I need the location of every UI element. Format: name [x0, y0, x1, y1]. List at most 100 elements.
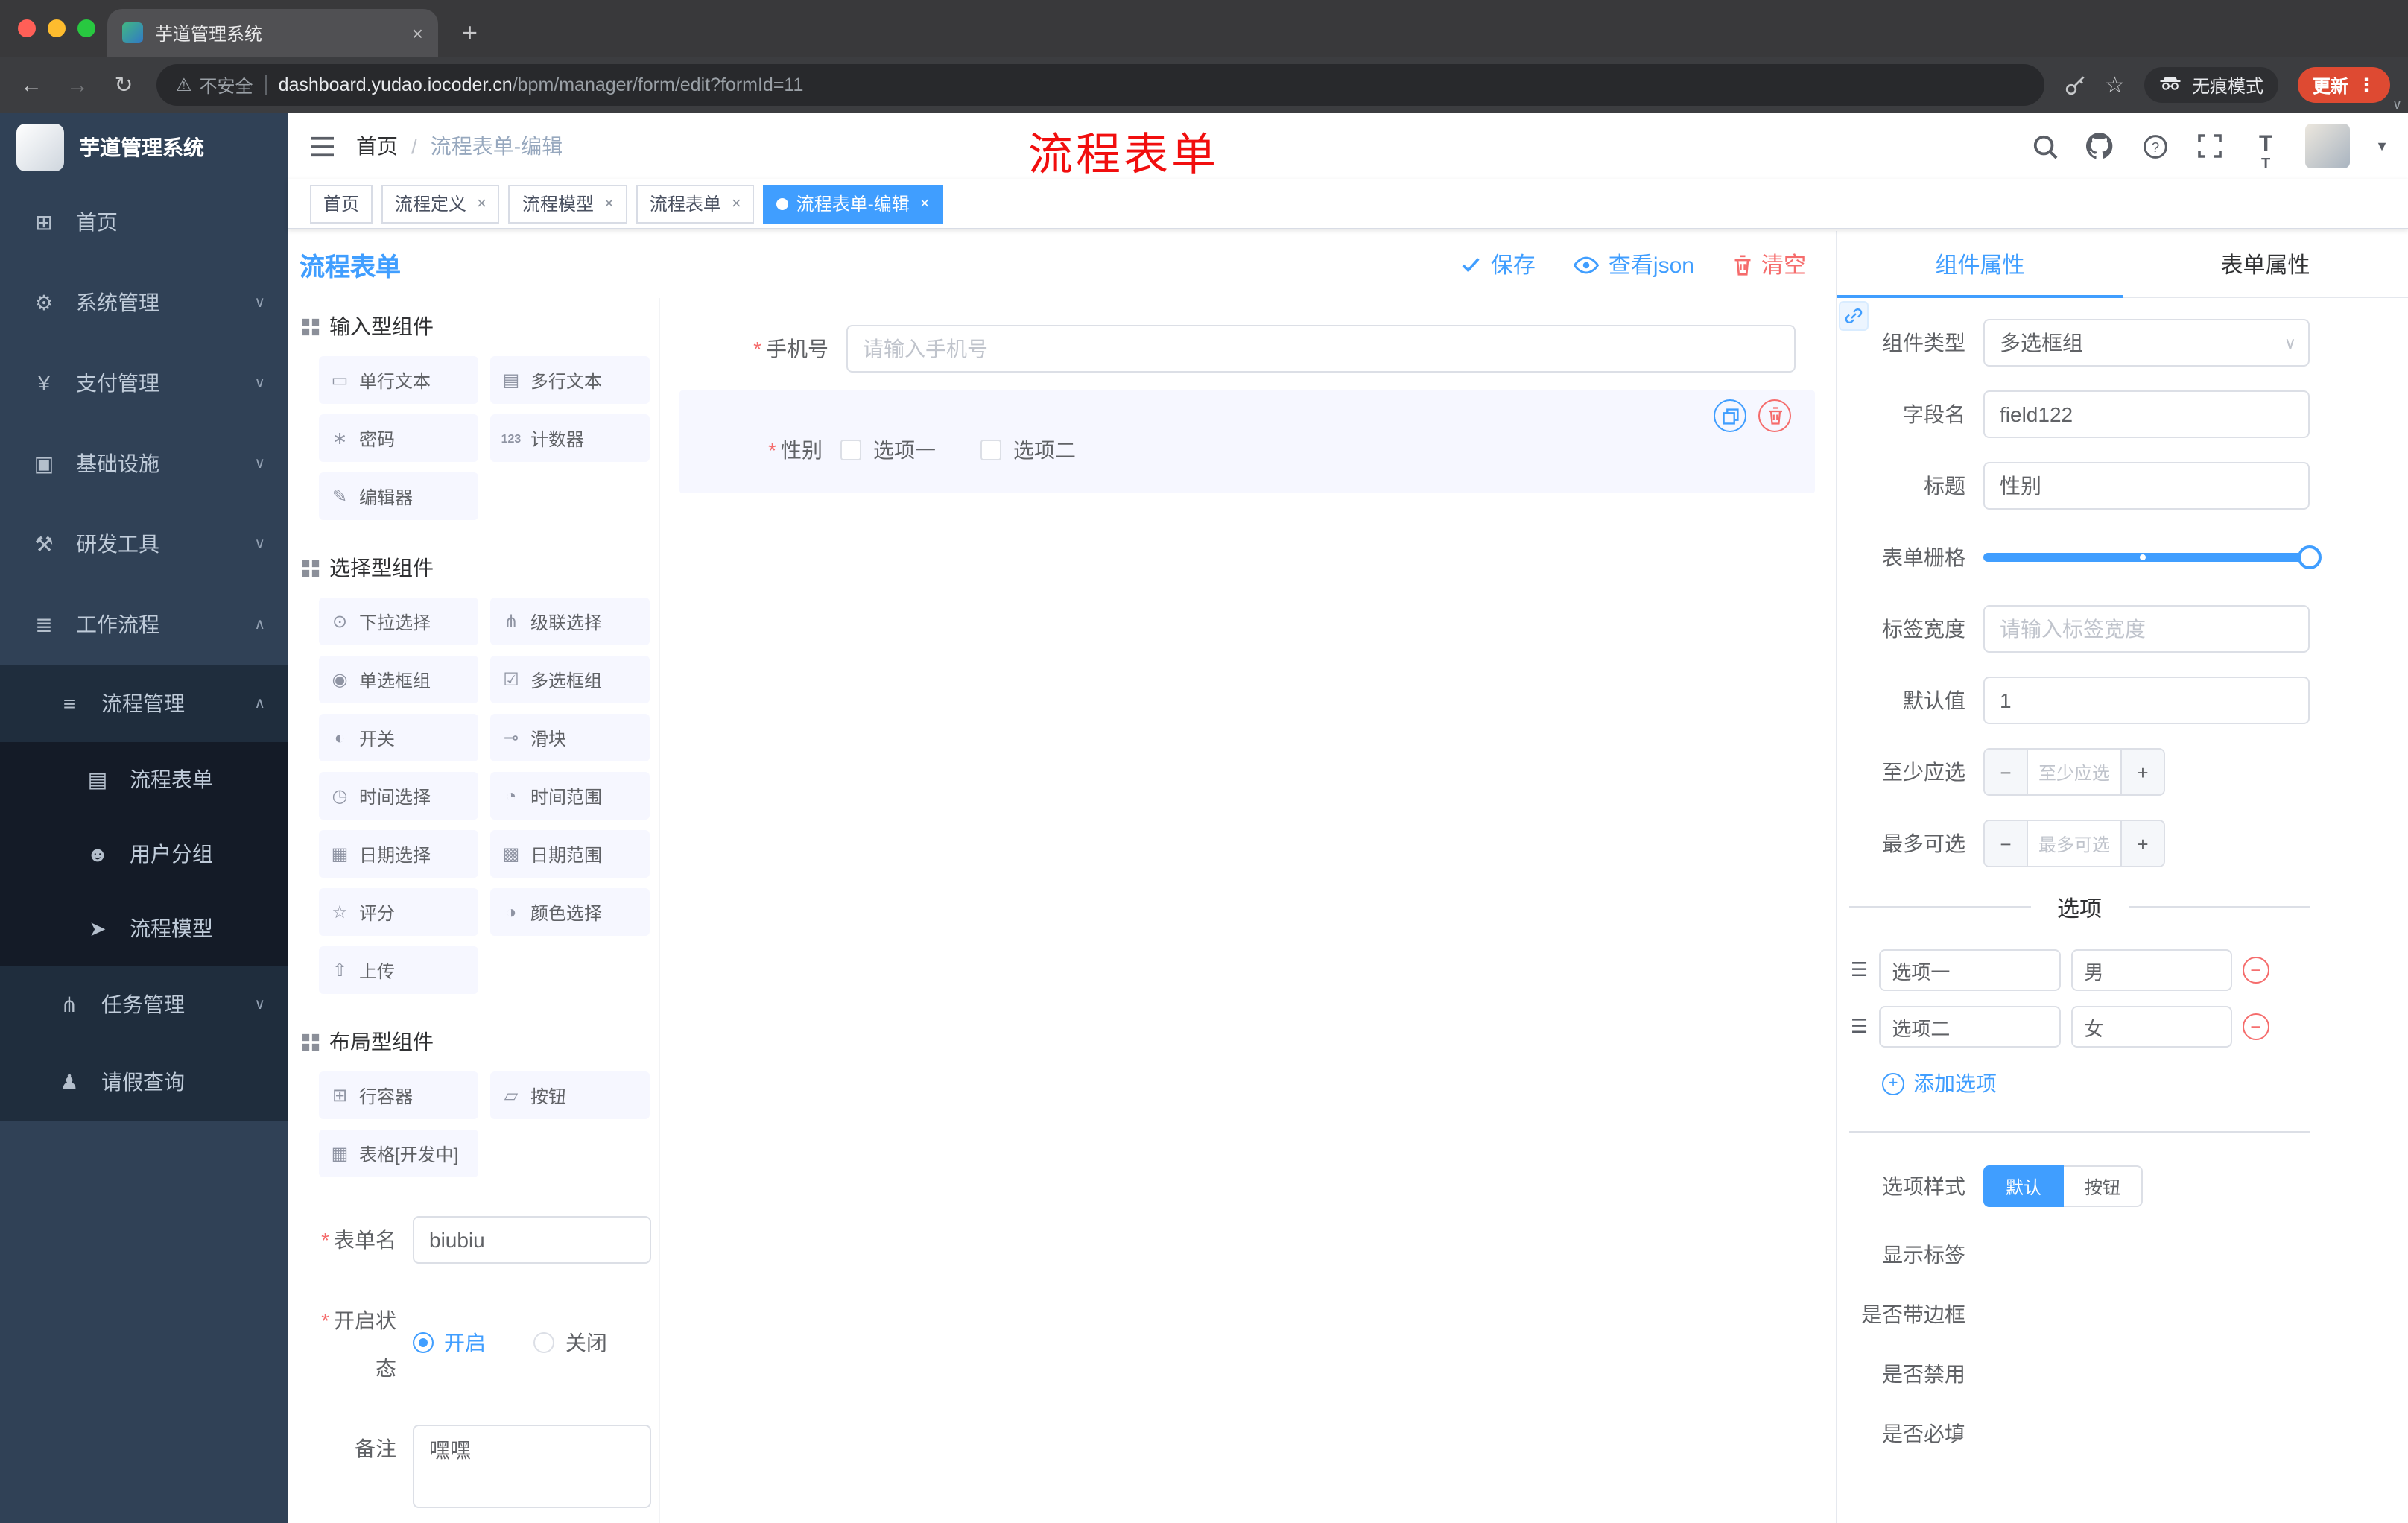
option2-label-input[interactable]	[1878, 1006, 2061, 1048]
link-icon[interactable]	[1839, 301, 1869, 331]
title-input[interactable]	[1983, 462, 2310, 510]
comp-button[interactable]: 按钮	[490, 1071, 650, 1119]
close-icon[interactable]: ×	[920, 194, 930, 212]
phone-field-row[interactable]: 手机号	[679, 325, 1796, 373]
sidebar-item-user-group[interactable]: ☻ 用户分组	[0, 817, 288, 891]
breadcrumb-home[interactable]: 首页	[356, 131, 398, 161]
password-key-icon[interactable]	[2063, 74, 2085, 96]
sidebar-item-payment[interactable]: ¥ 支付管理 ∨	[0, 343, 288, 423]
status-radio-off[interactable]: 关闭	[533, 1328, 607, 1358]
comp-single-line-text[interactable]: 单行文本	[319, 356, 478, 404]
remove-option-icon[interactable]: −	[2242, 1013, 2269, 1040]
plus-icon[interactable]: +	[2120, 821, 2164, 866]
grid-slider[interactable]	[1983, 545, 2322, 569]
option1-label-input[interactable]	[1878, 949, 2061, 991]
tab-component-props[interactable]: 组件属性	[1837, 231, 2123, 298]
caret-down-icon[interactable]: ▼	[2375, 139, 2389, 153]
tag-process-definition[interactable]: 流程定义 ×	[381, 184, 500, 223]
default-value-input[interactable]	[1983, 677, 2310, 724]
tag-home[interactable]: 首页	[310, 184, 373, 223]
comp-radio-group[interactable]: 单选框组	[319, 656, 478, 703]
comp-counter[interactable]: 计数器	[490, 414, 650, 462]
address-bar[interactable]: ⚠ 不安全 dashboard.yudao.iocoder.cn/bpm/mana…	[156, 64, 2044, 106]
form-remark-textarea[interactable]: 嘿嘿	[413, 1425, 651, 1508]
close-icon[interactable]: ×	[732, 194, 741, 212]
close-icon[interactable]: ×	[604, 194, 614, 212]
toolbar-chevron-down-icon[interactable]: ∨	[2392, 97, 2402, 113]
sidebar-item-infrastructure[interactable]: ▣ 基础设施 ∨	[0, 423, 288, 504]
security-warning[interactable]: ⚠ 不安全	[176, 72, 253, 98]
comp-rate[interactable]: 评分	[319, 888, 478, 936]
selected-component-gender[interactable]: 性别 选项一 选项二	[679, 390, 1815, 493]
minus-icon[interactable]: −	[1985, 750, 2028, 794]
browser-tab[interactable]: 芋道管理系统 ×	[107, 9, 438, 57]
bookmark-star-icon[interactable]: ☆	[2105, 72, 2125, 98]
minus-icon[interactable]: −	[1985, 821, 2028, 866]
label-width-input[interactable]	[1983, 605, 2310, 653]
comp-multi-line-text[interactable]: 多行文本	[490, 356, 650, 404]
comp-time-picker[interactable]: 时间选择	[319, 772, 478, 820]
comp-table[interactable]: 表格[开发中]	[319, 1130, 478, 1177]
sidebar-item-workflow[interactable]: ≣ 工作流程 ∧	[0, 584, 288, 665]
sidebar-item-leave-query[interactable]: ♟ 请假查询	[0, 1043, 288, 1121]
sidebar-item-process-model[interactable]: ➤ 流程模型	[0, 891, 288, 966]
comp-color-picker[interactable]: 颜色选择	[490, 888, 650, 936]
comp-slider[interactable]: 滑块	[490, 714, 650, 762]
font-size-icon[interactable]: TT	[2250, 131, 2280, 173]
help-icon[interactable]: ?	[2140, 131, 2170, 161]
remove-option-icon[interactable]: −	[2242, 957, 2269, 984]
sidebar-item-task-management[interactable]: ⋔ 任务管理 ∨	[0, 966, 288, 1043]
tag-process-form-edit[interactable]: 流程表单-编辑 ×	[763, 184, 943, 223]
comp-checkbox-group[interactable]: 多选框组	[490, 656, 650, 703]
comp-date-range[interactable]: 日期范围	[490, 830, 650, 878]
field-name-input[interactable]	[1983, 390, 2310, 438]
gender-checkbox-option2[interactable]: 选项二	[980, 435, 1076, 465]
tab-close-icon[interactable]: ×	[412, 22, 423, 44]
github-icon[interactable]	[2085, 131, 2114, 161]
drag-handle-icon[interactable]: ☰	[1851, 1015, 1868, 1039]
sidebar-item-process-management[interactable]: ≡ 流程管理 ∧	[0, 665, 288, 742]
tab-form-props[interactable]: 表单属性	[2123, 231, 2408, 297]
fullscreen-icon[interactable]	[2195, 131, 2225, 161]
comp-row-container[interactable]: 行容器	[319, 1071, 478, 1119]
close-icon[interactable]: ×	[477, 194, 487, 212]
comp-switch[interactable]: 开关	[319, 714, 478, 762]
add-option-button[interactable]: + 添加选项	[1882, 1068, 2310, 1098]
delete-component-icon[interactable]	[1758, 399, 1791, 432]
style-default-button[interactable]: 默认	[1983, 1165, 2065, 1207]
clear-button[interactable]: 清空	[1733, 249, 1806, 280]
hamburger-icon[interactable]	[288, 135, 356, 157]
form-canvas[interactable]: 手机号 性别	[660, 298, 1836, 1523]
sidebar-item-devtools[interactable]: ⚒ 研发工具 ∨	[0, 504, 288, 584]
new-tab-button[interactable]: +	[462, 19, 478, 46]
comp-time-range[interactable]: 时间范围	[490, 772, 650, 820]
window-zoom-button[interactable]	[77, 19, 95, 37]
comp-select[interactable]: 下拉选择	[319, 598, 478, 645]
slider-handle[interactable]	[2298, 545, 2322, 569]
comp-cascader[interactable]: 级联选择	[490, 598, 650, 645]
tag-process-form[interactable]: 流程表单 ×	[636, 184, 755, 223]
comp-date-picker[interactable]: 日期选择	[319, 830, 478, 878]
save-button[interactable]: 保存	[1461, 249, 1536, 280]
avatar[interactable]	[2305, 124, 2351, 168]
reload-icon[interactable]: ↻	[110, 74, 137, 96]
sidebar-item-process-form[interactable]: ▤ 流程表单	[0, 742, 288, 817]
comp-password[interactable]: 密码	[319, 414, 478, 462]
gender-checkbox-option1[interactable]: 选项一	[840, 435, 936, 465]
comp-upload[interactable]: 上传	[319, 946, 478, 994]
window-close-button[interactable]	[18, 19, 36, 37]
back-icon[interactable]: ←	[18, 74, 45, 96]
browser-update-button[interactable]: 更新 ⋮	[2297, 67, 2390, 103]
component-type-select[interactable]: 多选框组 ∨	[1983, 319, 2310, 367]
form-name-input[interactable]	[413, 1216, 651, 1264]
view-json-button[interactable]: 查看json	[1574, 249, 1694, 280]
style-button-button[interactable]: 按钮	[2064, 1165, 2144, 1207]
option1-value-input[interactable]	[2070, 949, 2232, 991]
forward-icon[interactable]: →	[64, 74, 91, 96]
plus-icon[interactable]: +	[2120, 750, 2164, 794]
status-radio-on[interactable]: 开启	[413, 1328, 486, 1358]
tag-process-model[interactable]: 流程模型 ×	[508, 184, 627, 223]
drag-handle-icon[interactable]: ☰	[1851, 958, 1868, 982]
window-minimize-button[interactable]	[48, 19, 66, 37]
phone-field-input[interactable]	[846, 325, 1796, 373]
